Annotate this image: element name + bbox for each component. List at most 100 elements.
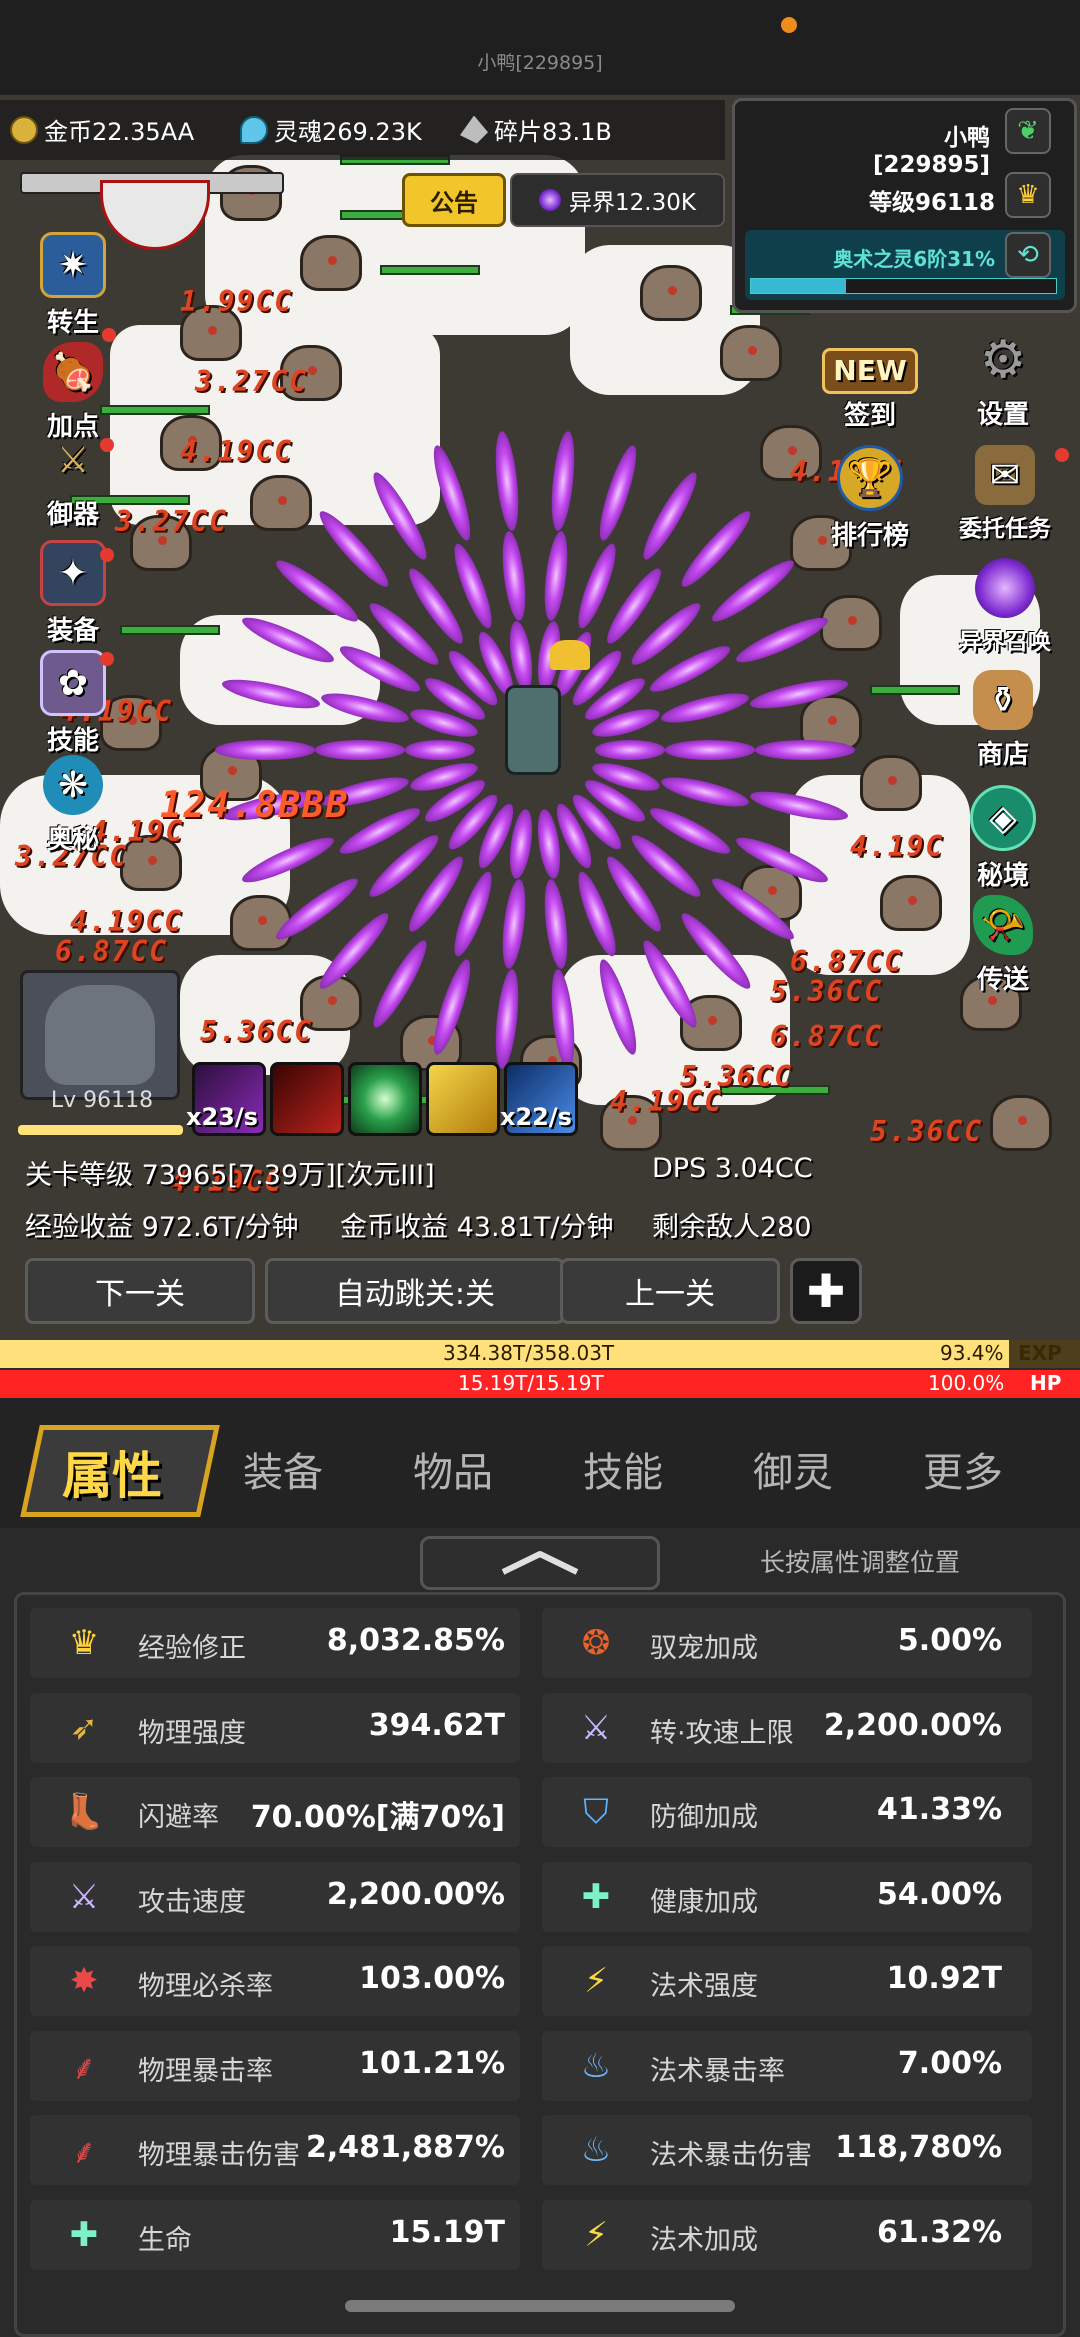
menu-secret-realm[interactable]: ◈ 秘境 — [948, 785, 1058, 892]
stat-value: 2,200.00% — [823, 1707, 1002, 1743]
hp-percent: 100.0% — [928, 1371, 1005, 1395]
exp-percent: 93.4% — [940, 1341, 1004, 1365]
menu-shop[interactable]: ⚱ 商店 — [948, 670, 1058, 771]
hp-label: HP — [1030, 1371, 1062, 1395]
enemy — [860, 755, 922, 811]
tab-more[interactable]: 更多 — [923, 1440, 1003, 1498]
spell-petal — [540, 877, 572, 970]
shard-value: 碎片83.1B — [494, 118, 612, 146]
rune-progress-bar — [750, 278, 1057, 294]
skill-rate-right: x22/s — [500, 1103, 572, 1131]
spell-petal — [593, 442, 644, 544]
skill-slot-3[interactable] — [348, 1062, 422, 1136]
spell-petal — [674, 505, 757, 594]
notice-button[interactable]: 公告 — [402, 173, 506, 227]
shield-icon: ⛉ — [583, 1792, 609, 1832]
spell-petal — [313, 906, 396, 995]
damage-number: 124.8BBB — [160, 785, 350, 826]
menu-leaderboard[interactable]: 🏆 排行榜 — [815, 445, 925, 552]
menu-arcane[interactable]: ❋ 奥秘 — [18, 755, 128, 856]
otherworld-resource[interactable]: 异界12.30K — [510, 173, 725, 227]
claw-icon: ⸙ — [71, 2132, 97, 2172]
menu-skills[interactable]: ✿ 技能 — [18, 650, 128, 757]
skill-slot-4[interactable] — [426, 1062, 500, 1136]
chevron-up-icon — [501, 1551, 579, 1575]
enemy — [820, 595, 882, 651]
portal-icon — [975, 558, 1035, 618]
shard-icon — [460, 115, 488, 144]
leaf-icon[interactable]: ❦ — [1005, 108, 1051, 154]
spell-petal — [498, 877, 530, 970]
player-name: 小鸭[229895] — [872, 125, 990, 178]
spell-petal — [731, 610, 832, 670]
enemies-left: 剩余敌人280 — [652, 1212, 812, 1243]
tab-spirits[interactable]: 御灵 — [753, 1440, 833, 1498]
crown-icon[interactable]: ♛ — [1005, 172, 1051, 218]
stat-value: 118,780% — [835, 2130, 1002, 2165]
notification-dot — [781, 17, 797, 33]
menu-summon[interactable]: 异界召唤 — [950, 558, 1060, 656]
menu-add-points[interactable]: 🍖 加点 — [18, 342, 128, 443]
stat-value: 7.00% — [897, 2045, 1002, 2081]
menu-commission[interactable]: ✉ 委托任务 — [950, 445, 1060, 543]
top-user-label: 小鸭[229895] — [477, 52, 603, 74]
spell-petal — [215, 740, 315, 760]
spell-petal — [658, 687, 751, 729]
enemy — [230, 895, 292, 951]
exp-rate: 经验收益 972.6T/分钟 — [25, 1212, 299, 1243]
soul-flame-icon — [240, 115, 268, 144]
menu-alert-dot — [100, 652, 114, 666]
tab-skills[interactable]: 技能 — [583, 1440, 663, 1498]
damage-number: 4.19CC — [180, 435, 294, 468]
player-level: 等级96118 — [868, 190, 995, 216]
arcane-icon: ❋ — [43, 755, 103, 815]
new-badge-icon: NEW — [822, 348, 918, 394]
menu-teleport[interactable]: 📯 传送 — [948, 895, 1058, 996]
blue-flame-icon: ♨ — [580, 2130, 612, 2170]
damage-number: 1.99CC — [180, 285, 294, 318]
next-stage-button[interactable]: 下一关 — [25, 1258, 255, 1324]
stat-value: 2,200.00% — [326, 1876, 505, 1912]
skill-slot-2[interactable] — [270, 1062, 344, 1136]
plus-button[interactable]: ✚ — [790, 1258, 862, 1324]
enemy — [720, 325, 782, 381]
collapse-button[interactable] — [420, 1536, 660, 1590]
lightning-icon: ⚡ — [584, 2214, 608, 2255]
damage-number: 4.19CC — [70, 905, 184, 938]
tab-items[interactable]: 物品 — [413, 1440, 493, 1498]
exp-label: EXP — [1018, 1341, 1062, 1365]
bag-icon: ⚱ — [973, 670, 1033, 730]
scroll-indicator[interactable] — [345, 2300, 735, 2312]
hero-level: Lv 96118 — [50, 1088, 154, 1113]
trophy-icon: 🏆 — [837, 445, 903, 511]
crossed-swords-icon: ⚔ — [580, 1707, 612, 1748]
auto-skip-toggle[interactable]: 自动跳关:关 — [265, 1258, 565, 1324]
enemy-hp-bar — [120, 625, 220, 635]
pet-icon: ❂ — [581, 1623, 611, 1663]
spell-petal — [491, 967, 522, 1070]
rune-progress-fill — [751, 279, 846, 293]
spell-petal — [658, 771, 751, 813]
stat-value: 394.62T — [368, 1707, 505, 1743]
shard-resource: 碎片83.1B — [460, 112, 612, 147]
dps-value: DPS 3.04CC — [652, 1153, 813, 1184]
stat-value: 10.92T — [886, 1961, 1002, 1996]
gear-icon: ⚙ — [979, 330, 1027, 390]
menu-checkin[interactable]: 签到 — [815, 395, 925, 432]
plus-icon: ✚ — [806, 1264, 846, 1318]
tab-attributes[interactable]: 属性 — [62, 1436, 162, 1508]
portal-swirl-icon — [539, 189, 562, 211]
menu-settings[interactable]: ⚙ 设置 — [948, 330, 1058, 431]
blade-icon: ➶ — [69, 1707, 99, 1748]
enemy — [300, 235, 362, 291]
prev-stage-button[interactable]: 上一关 — [560, 1258, 780, 1324]
menu-rebirth[interactable]: ✷ 转生 — [18, 232, 128, 339]
rune-label: 奥术之灵6阶31% — [833, 247, 995, 271]
spell-petal — [491, 430, 522, 533]
stat-value: 5.00% — [897, 1623, 1002, 1658]
tab-equipment[interactable]: 装备 — [243, 1440, 323, 1498]
spell-petal — [636, 467, 704, 565]
gold-value: 金币22.35AA — [44, 118, 195, 146]
stat-value: 61.32% — [877, 2214, 1002, 2250]
spell-petal — [595, 740, 665, 760]
